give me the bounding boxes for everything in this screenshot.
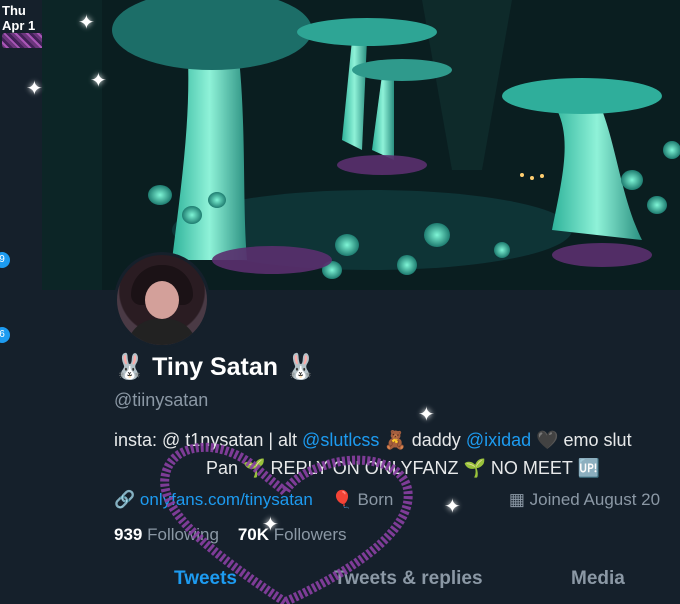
notification-badge[interactable]: 9 — [0, 252, 10, 268]
tab-media[interactable]: Media — [571, 568, 625, 590]
sparkle: ✦ — [90, 70, 107, 92]
sparkle: ✦ — [262, 514, 279, 536]
display-name: Tiny Satan — [152, 353, 279, 381]
notification-badge[interactable]: 6 — [0, 327, 10, 343]
profile-name: 🐰 Tiny Satan 🐰 — [114, 353, 316, 382]
sparkle: ✦ — [418, 404, 435, 426]
bunny-emoji-right: 🐰 — [285, 353, 317, 381]
link-icon: 🔗 — [114, 490, 136, 509]
joined-item: ▦ Joined August 20 — [509, 490, 660, 509]
glitter-heart-overlay — [160, 442, 413, 604]
profile-avatar[interactable] — [114, 252, 210, 348]
sparkle: ✦ — [444, 496, 461, 518]
bio-text: 🖤 emo slut — [531, 430, 632, 450]
calendar-icon: ▦ — [508, 490, 525, 509]
profile-handle: @tiinysatan — [114, 390, 209, 410]
sparkle: ✦ — [26, 78, 43, 100]
bunny-emoji-left: 🐰 — [114, 353, 146, 381]
sparkle: ✦ — [78, 12, 95, 34]
profile-banner[interactable] — [42, 0, 680, 290]
status-date: Thu Apr 1 — [2, 3, 36, 33]
joined-date: Joined August 20 — [529, 490, 661, 509]
banner-art — [42, 0, 680, 290]
mention-link[interactable]: @ixidad — [466, 430, 531, 450]
